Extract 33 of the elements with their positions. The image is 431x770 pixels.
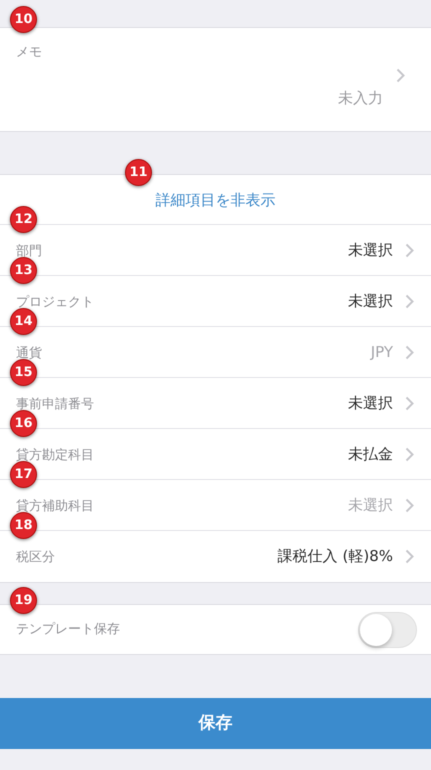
field-value: 未選択: [348, 494, 393, 516]
chevron-icon: [405, 242, 414, 258]
number-badge: 14: [10, 308, 37, 335]
memo-label: メモ: [16, 44, 43, 62]
field-value: 未選択: [348, 290, 393, 312]
number-badge: 11: [125, 159, 152, 186]
chevron-icon: [405, 344, 414, 360]
number-badge: 10: [10, 6, 37, 33]
template-save-switch[interactable]: [358, 612, 417, 648]
number-badge: 18: [10, 512, 37, 539]
chevron-icon: [396, 68, 405, 82]
chevron-icon: [405, 446, 414, 462]
field-value: 未選択: [348, 240, 393, 261]
memo-placeholder: 未入力: [338, 88, 383, 108]
save-button[interactable]: 保存: [0, 698, 431, 749]
field-label: 税区分: [16, 549, 55, 568]
memo-row[interactable]: メモ 未入力: [0, 27, 431, 132]
field-value: JPY: [370, 342, 393, 363]
chevron-icon: [405, 498, 414, 512]
number-badge: 15: [10, 359, 37, 386]
number-badge: 19: [10, 587, 37, 614]
number-badge: 17: [10, 461, 37, 488]
chevron-icon: [405, 396, 414, 410]
chevron-icon: [405, 294, 414, 308]
number-badge: 16: [10, 410, 37, 437]
hide-details-link[interactable]: 詳細項目を非表示: [156, 189, 276, 212]
number-badge: 13: [10, 257, 37, 284]
number-badge: 12: [10, 206, 37, 233]
chevron-icon: [405, 549, 414, 564]
template-save-label: テンプレート保存: [16, 620, 120, 639]
field-value: 未払金: [348, 444, 393, 465]
field-value: 未選択: [348, 392, 393, 414]
field-value: 課税仕入 (軽)8%: [278, 546, 393, 568]
